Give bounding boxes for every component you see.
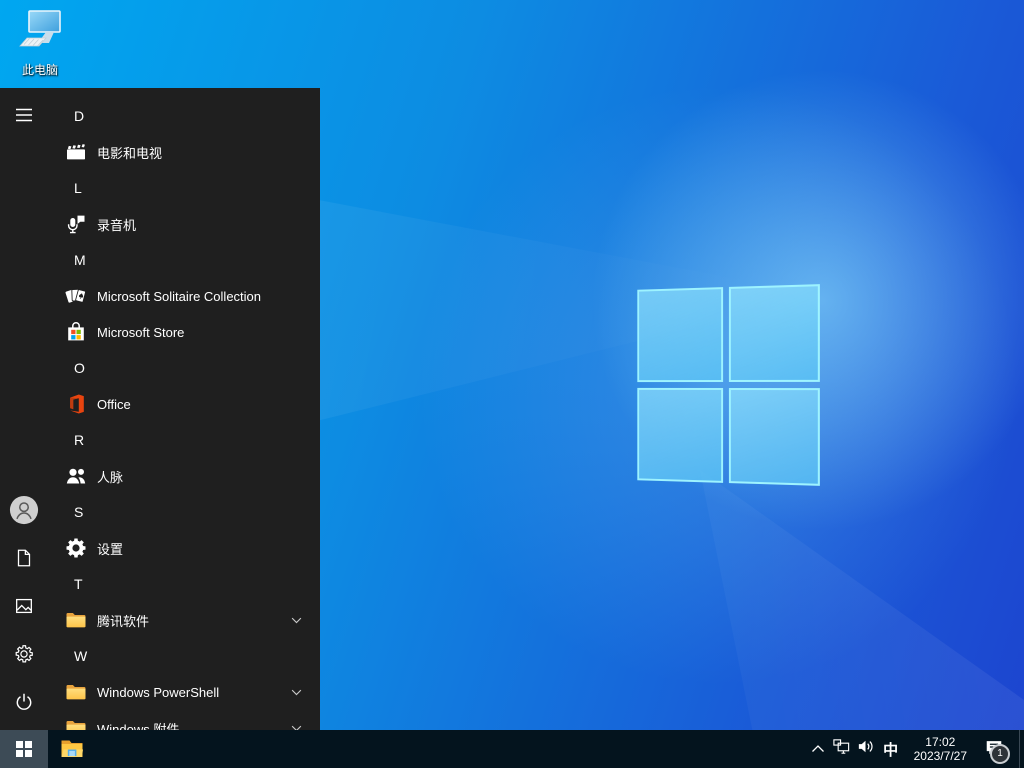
taskbar: 中 17:02 2023/7/27 1 [0,730,1024,768]
network-icon [832,737,851,761]
section-header-w[interactable]: W [48,638,320,674]
app-item-label: Microsoft Store [97,324,185,340]
section-header-t[interactable]: T [48,566,320,602]
folder-item-tencent-software[interactable]: 腾讯软件 [48,602,320,638]
section-header-s[interactable]: S [48,494,320,530]
settings-button[interactable] [0,631,48,679]
section-header-o[interactable]: O [48,350,320,386]
movies-tv-icon [64,140,88,164]
desktop-icon-label: 此电脑 [21,63,58,77]
desktop-icon-this-pc[interactable]: 此电脑 [8,8,72,78]
section-letter: W [74,648,88,664]
windows-logo-pane [728,388,820,486]
store-icon [64,320,88,344]
folder-item-label: 腾讯软件 [97,613,150,629]
power-icon [13,691,35,716]
taskbar-clock[interactable]: 17:02 2023/7/27 [904,730,977,768]
action-center-button[interactable]: 1 [977,730,1011,768]
windows-desktop: 此电脑 D 电影和电视 L 录音机 M Microsoft Solitaire … [0,0,1024,768]
start-menu-rail [0,88,48,730]
power-button[interactable] [0,679,48,727]
volume-tray-button[interactable] [854,730,878,768]
this-pc-icon [16,8,64,59]
section-letter: O [74,360,85,376]
section-letter: S [74,504,84,520]
hidden-icons-button[interactable] [806,730,830,768]
system-tray: 中 17:02 2023/7/27 1 [806,730,1024,768]
pictures-button[interactable] [0,583,48,631]
documents-button[interactable] [0,535,48,583]
folder-item-windows-accessories[interactable]: Windows 附件 [48,710,320,730]
section-letter: D [74,108,85,124]
ime-indicator[interactable]: 中 [878,739,904,760]
folder-explorer-icon [59,735,85,764]
app-item-label: Office [97,396,131,412]
folder-item-label: Windows 附件 [97,721,180,731]
section-letter: T [74,576,83,592]
user-avatar-icon [9,495,39,528]
hamburger-icon [15,108,33,125]
volume-icon [856,737,875,761]
clock-date: 2023/7/27 [913,749,967,763]
app-item-label: 设置 [97,541,124,557]
show-desktop-button[interactable] [1019,730,1024,768]
chevron-down-icon[interactable] [291,689,302,696]
start-menu-app-list: D 电影和电视 L 录音机 M Microsoft Solitaire Coll… [48,88,320,730]
notification-badge: 1 [990,744,1010,764]
windows-logo-pane [637,387,724,483]
app-item-settings[interactable]: 设置 [48,530,320,566]
network-tray-button[interactable] [830,730,854,768]
rail-bottom-group [0,487,48,730]
section-letter: R [74,432,85,448]
app-item-microsoft-store[interactable]: Microsoft Store [48,314,320,350]
app-item-movies-tv[interactable]: 电影和电视 [48,134,320,170]
section-letter: L [74,180,82,196]
section-header-m[interactable]: M [48,242,320,278]
app-item-label: Microsoft Solitaire Collection [97,288,262,304]
section-header-l[interactable]: L [48,170,320,206]
app-item-people[interactable]: 人脉 [48,458,320,494]
people-icon [64,464,88,488]
gear-icon [64,536,88,560]
folder-icon [64,716,88,730]
user-account-button[interactable] [0,487,48,535]
app-item-office[interactable]: Office [48,386,320,422]
folder-item-label: Windows PowerShell [97,684,220,700]
chevron-up-icon [811,740,825,758]
section-letter: M [74,252,86,268]
chevron-down-icon[interactable] [291,617,302,624]
file-explorer-button[interactable] [48,730,96,768]
app-item-label: 电影和电视 [97,145,163,161]
windows-logo-wallpaper [637,284,820,486]
folder-item-windows-powershell[interactable]: Windows PowerShell [48,674,320,710]
windows-logo-pane [637,287,724,383]
app-item-solitaire[interactable]: Microsoft Solitaire Collection [48,278,320,314]
gear-icon [13,643,35,668]
pictures-icon [13,595,35,620]
folder-icon [64,608,88,632]
start-menu: D 电影和电视 L 录音机 M Microsoft Solitaire Coll… [0,88,320,730]
windows-logo-pane [728,284,820,382]
app-item-label: 录音机 [97,217,137,233]
section-header-r[interactable]: R [48,422,320,458]
start-button[interactable] [0,730,48,768]
windows-logo-icon [16,741,32,757]
voice-recorder-icon [64,212,88,236]
folder-icon [64,680,88,704]
document-icon [13,547,35,572]
clock-time: 17:02 [925,735,956,749]
section-header-d[interactable]: D [48,98,320,134]
office-icon [64,392,88,416]
solitaire-icon [64,284,88,308]
app-item-label: 人脉 [97,469,124,485]
hamburger-menu-button[interactable] [0,92,48,140]
app-item-voice-recorder[interactable]: 录音机 [48,206,320,242]
